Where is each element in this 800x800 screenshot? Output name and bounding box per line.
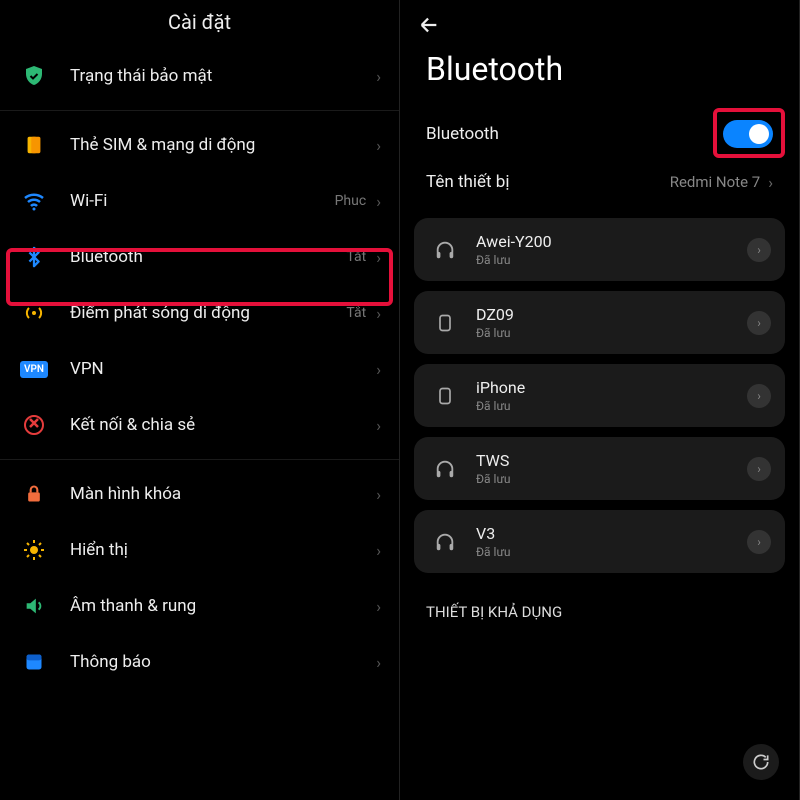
- device-more-icon[interactable]: ›: [747, 384, 771, 408]
- available-devices-label: THIẾT BỊ KHẢ DỤNG: [400, 587, 799, 627]
- device-more-icon[interactable]: ›: [747, 457, 771, 481]
- row-display[interactable]: Hiển thị ›: [0, 522, 399, 578]
- saved-devices-list: Awei-Y200 Đã lưu › DZ09 Đã lưu › iPhone …: [400, 204, 799, 587]
- chevron-right-icon: ›: [376, 485, 381, 504]
- row-label: Thông báo: [70, 652, 376, 672]
- chevron-right-icon: ›: [376, 248, 381, 267]
- speaker-icon: [20, 592, 48, 620]
- device-status: Đã lưu: [476, 399, 747, 413]
- row-sim[interactable]: Thẻ SIM & mạng di động ›: [0, 117, 399, 173]
- device-status: Đã lưu: [476, 545, 747, 559]
- device-status: Đã lưu: [476, 326, 747, 340]
- refresh-button[interactable]: [743, 744, 779, 780]
- device-name: TWS: [476, 451, 747, 470]
- chevron-right-icon: ›: [376, 136, 381, 155]
- hotspot-icon: [20, 299, 48, 327]
- row-lockscreen[interactable]: Màn hình khóa ›: [0, 466, 399, 522]
- row-label: Wi-Fi: [70, 191, 335, 211]
- sim-icon: [20, 131, 48, 159]
- sun-icon: [20, 536, 48, 564]
- device-item[interactable]: Awei-Y200 Đã lưu ›: [414, 218, 785, 281]
- notification-icon: [20, 648, 48, 676]
- back-row: [400, 0, 799, 42]
- device-more-icon[interactable]: ›: [747, 530, 771, 554]
- row-label: Màn hình khóa: [70, 484, 376, 504]
- chevron-right-icon: ›: [376, 416, 381, 435]
- phone-icon: [432, 310, 458, 336]
- bluetooth-icon: [20, 243, 48, 271]
- device-name-value: Redmi Note 7: [670, 173, 760, 191]
- headphones-icon: [432, 237, 458, 263]
- device-item[interactable]: TWS Đã lưu ›: [414, 437, 785, 500]
- row-label: VPN: [70, 359, 376, 379]
- device-name-row[interactable]: Tên thiết bị Redmi Note 7 ›: [400, 160, 799, 204]
- chevron-right-icon: ›: [768, 173, 773, 192]
- row-hotspot[interactable]: Điểm phát sóng di động Tắt ›: [0, 285, 399, 341]
- vpn-icon: VPN: [20, 355, 48, 383]
- chevron-right-icon: ›: [376, 541, 381, 560]
- phone-icon: [432, 383, 458, 409]
- row-label: Kết nối & chia sẻ: [70, 415, 376, 435]
- row-label: Âm thanh & rung: [70, 596, 376, 616]
- device-more-icon[interactable]: ›: [747, 311, 771, 335]
- device-name: iPhone: [476, 378, 747, 397]
- device-name: DZ09: [476, 305, 747, 324]
- settings-screen: Cài đặt Trạng thái bảo mật › Thẻ SIM & m…: [0, 0, 400, 800]
- device-item[interactable]: iPhone Đã lưu ›: [414, 364, 785, 427]
- divider: [0, 459, 399, 460]
- device-status: Đã lưu: [476, 472, 747, 486]
- chevron-right-icon: ›: [376, 192, 381, 211]
- toggle-label: Bluetooth: [426, 124, 723, 144]
- row-notifications[interactable]: Thông báo ›: [0, 634, 399, 690]
- device-name-label: Tên thiết bị: [426, 172, 670, 192]
- device-item[interactable]: V3 Đã lưu ›: [414, 510, 785, 573]
- back-icon[interactable]: [418, 14, 781, 36]
- headphones-icon: [432, 529, 458, 555]
- row-vpn[interactable]: VPN VPN ›: [0, 341, 399, 397]
- lock-icon: [20, 480, 48, 508]
- page-title: Cài đặt: [0, 0, 399, 48]
- row-value: Tắt: [346, 249, 366, 265]
- row-label: Thẻ SIM & mạng di động: [70, 135, 376, 155]
- page-title: Bluetooth: [400, 42, 799, 108]
- chevron-right-icon: ›: [376, 597, 381, 616]
- divider: [0, 110, 399, 111]
- bluetooth-toggle-row: Bluetooth: [400, 108, 799, 160]
- row-wifi[interactable]: Wi-Fi Phuc ›: [0, 173, 399, 229]
- row-value: Tắt: [346, 305, 366, 321]
- row-share[interactable]: Kết nối & chia sẻ ›: [0, 397, 399, 453]
- bluetooth-screen: Bluetooth Bluetooth Tên thiết bị Redmi N…: [400, 0, 800, 800]
- row-bluetooth[interactable]: Bluetooth Tắt ›: [0, 229, 399, 285]
- device-item[interactable]: DZ09 Đã lưu ›: [414, 291, 785, 354]
- chevron-right-icon: ›: [376, 67, 381, 86]
- row-label: Trạng thái bảo mật: [70, 66, 376, 86]
- chevron-right-icon: ›: [376, 653, 381, 672]
- headphones-icon: [432, 456, 458, 482]
- chevron-right-icon: ›: [376, 360, 381, 379]
- row-security-status[interactable]: Trạng thái bảo mật ›: [0, 48, 399, 104]
- wifi-icon: [20, 187, 48, 215]
- row-sound[interactable]: Âm thanh & rung ›: [0, 578, 399, 634]
- share-icon: [20, 411, 48, 439]
- device-name: V3: [476, 524, 747, 543]
- device-status: Đã lưu: [476, 253, 747, 267]
- row-value: Phuc: [335, 193, 367, 209]
- bluetooth-toggle[interactable]: [723, 120, 773, 148]
- chevron-right-icon: ›: [376, 304, 381, 323]
- shield-check-icon: [20, 62, 48, 90]
- row-label: Bluetooth: [70, 247, 346, 267]
- device-name: Awei-Y200: [476, 232, 747, 251]
- row-label: Điểm phát sóng di động: [70, 303, 346, 323]
- row-label: Hiển thị: [70, 540, 376, 560]
- device-more-icon[interactable]: ›: [747, 238, 771, 262]
